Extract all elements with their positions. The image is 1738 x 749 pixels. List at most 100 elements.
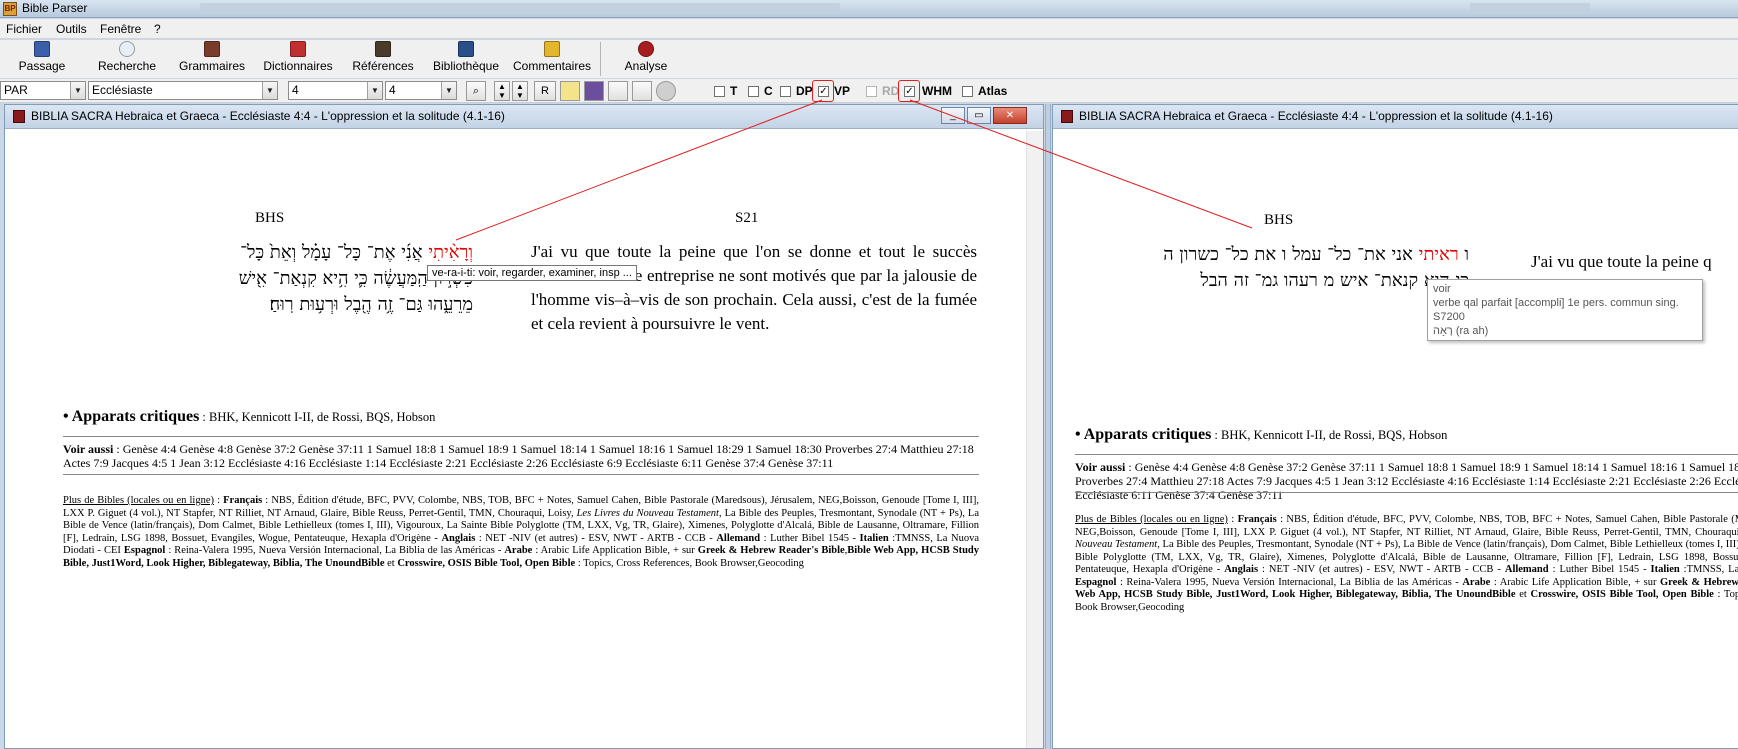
nav-prev-next-icon[interactable]: ▲ ▼ [494,81,510,101]
disc-icon[interactable] [656,81,676,101]
tooltip-gloss: voir [1433,283,1451,295]
search-icon[interactable]: ⌕ [466,81,486,101]
chevron-down-icon[interactable]: ▼ [441,82,456,99]
voir-aussi-refs[interactable]: : Genèse 4:4 Genèse 4:8 Genèse 37:2 Genè… [63,442,974,470]
voir-aussi-label: Voir aussi [63,442,114,456]
checkbox-atlas-label: Atlas [978,84,1008,98]
menu-help[interactable]: ? [154,22,161,36]
chapter-select[interactable]: 4 ▼ [288,81,383,100]
greek-hebrew-link[interactable]: Greek & Hebrew Reader's Bible [1660,577,1738,588]
menu-fichier[interactable]: Fichier [6,22,42,36]
bible-grid-icon[interactable] [560,81,580,101]
livres-nt-link[interactable]: Les Livres du Nouveau Testament [577,508,719,519]
greek-hebrew-link[interactable]: Greek & Hebrew Reader's Bible [698,545,845,556]
espagnol-list[interactable]: : Reina-Valera 1995, Nueva Versión Inter… [165,545,504,556]
french-s21-text: J'ai vu que toute la peine que l'on se d… [531,242,977,333]
italien-label: Italien [859,532,889,544]
hebrew-line-2[interactable]: כִּשְׁר֣וֹן הַֽמַּעֲשֶׂ֔ה כִּ֛י הִ֥יא קִ… [113,266,473,292]
chevron-down-icon[interactable]: ▼ [367,82,382,99]
anglais-list[interactable]: : NET -NIV (et autres) - ESV, NWT - ARTB… [1258,564,1505,575]
hebrew-line-3[interactable]: מֵרֵעֵ֑הוּ גַּם־ זֶ֥ה הֶ֖בֶל וּרְע֥וּת ר… [113,292,473,318]
version-value: PAR [4,83,28,97]
menu-fenetre[interactable]: Fenêtre [100,22,141,36]
voir-aussi-label: Voir aussi [1075,460,1126,474]
book-select[interactable]: Ecclésiaste ▼ [88,81,278,100]
close-button[interactable]: ✕ [993,107,1027,124]
menu-outils[interactable]: Outils [56,22,87,36]
checkbox-t[interactable] [714,86,725,97]
hebrew-line-2[interactable]: כי היא קנאת־ איש מ רעהו גמ־ זה הבל [1079,268,1469,294]
left-window-title: BIBLIA SACRA Hebraica et Graeca - Ecclés… [31,109,505,123]
italien-list[interactable]: :TMNSS, La Nuova Diodati - CEI [1680,564,1738,575]
checkbox-atlas[interactable] [962,86,973,97]
crosswire-links[interactable]: Crosswire, OSIS Bible Tool, Open Bible [1531,589,1714,600]
commentary-icon [544,41,560,57]
chevron-down-icon[interactable]: ▼ [70,82,85,99]
checkbox-rd [866,86,877,97]
hebrew-line-3[interactable]: רוח [1079,294,1469,320]
arabe-list[interactable]: : Arabic Life Application Bible, + sur [1490,577,1660,588]
voir-aussi: Voir aussi : Genèse 4:4 Genèse 4:8 Genès… [1075,460,1738,502]
window-splitter[interactable] [1045,104,1051,749]
arabe-list[interactable]: : Arabic Life Application Bible, + sur [532,545,697,556]
book-icon [34,41,50,57]
dictionnaires-button[interactable]: Dictionnaires [260,40,336,78]
hebrew-line-1-rest[interactable]: אֲנִ֜י אֶת־ כָּל־ עָמָ֗ל וְאֵת֙ כָּל־ [240,242,423,263]
checkbox-dp[interactable] [780,86,791,97]
tools-icon[interactable] [632,81,652,101]
analyse-button[interactable]: Analyse [620,40,672,78]
arabe-label: Arabe [504,545,533,556]
francais-label: Français [223,495,263,506]
r-button[interactable]: R [534,81,556,101]
bibliotheque-button[interactable]: Bibliothèque [428,40,504,78]
anglais-list[interactable]: : NET -NIV (et autres) - ESV, NWT - ARTB… [475,533,716,544]
maximize-button[interactable]: ▭ [967,107,991,124]
dictionnaires-button-label: Dictionnaires [263,59,333,73]
books-stack-icon[interactable] [584,81,604,101]
anglais-label: Anglais [1224,564,1259,575]
passage-button[interactable]: Passage [12,40,72,78]
passage-selector-row: PAR ▼ Ecclésiaste ▼ 4 ▼ 4 ▼ ⌕ ▲ ▼ ▲ ▼ R T … [0,79,1738,103]
analyse-button-label: Analyse [624,59,668,73]
verse-select[interactable]: 4 ▼ [385,81,457,100]
voir-aussi-refs[interactable]: : Genèse 4:4 Genèse 4:8 Genèse 37:2 Genè… [1075,460,1738,502]
hebrew-selected-word[interactable]: ראיתי [1419,244,1459,265]
version-select[interactable]: PAR ▼ [0,81,86,100]
divider [1075,492,1738,493]
hebrew-conjunction[interactable]: ו [1464,244,1469,265]
left-vertical-scrollbar[interactable] [1026,131,1043,748]
verse-value: 4 [389,83,396,97]
bhs-column-header: BHS [1264,212,1294,228]
commentaires-button-label: Commentaires [512,59,592,73]
plus-de-bibles-link[interactable]: Plus de Bibles (locales ou en ligne) [1075,514,1228,525]
chevron-down-icon[interactable]: ▼ [262,82,277,99]
italien-label: Italien [1650,564,1680,575]
hebrew-selected-word[interactable]: וְרָאִ֨יתִי [428,242,473,263]
passage-button-label: Passage [18,59,66,73]
crosswire-links[interactable]: Crosswire, OSIS Bible Tool, Open Bible [397,558,575,569]
unpointed-hebrew-text: ו ראיתי אני את־ כל־ עמל ו את כל־ כשרון ה… [1079,242,1469,320]
hierarchy-icon[interactable] [608,81,628,101]
espagnol-list[interactable]: : Reina-Valera 1995, Nueva Versión Inter… [1116,577,1462,588]
minimize-button[interactable]: _ [941,107,965,124]
checkbox-c[interactable] [748,86,759,97]
nav-up-down-icon[interactable]: ▲ ▼ [512,81,528,101]
plus-de-bibles-link[interactable]: Plus de Bibles (locales ou en ligne) [63,495,214,506]
left-window-titlebar: BIBLIA SACRA Hebraica et Graeca - Ecclés… [5,105,1043,129]
references-button[interactable]: Références [350,40,416,78]
checkbox-c-label: C [764,84,773,98]
hebrew-line-1-rest[interactable]: אני את־ כל־ עמל ו את כל־ כשרון ה [1163,244,1413,265]
anglais-label: Anglais [441,532,476,544]
plus-de-bibles: Plus de Bibles (locales ou en ligne) : F… [1075,514,1738,614]
commentaires-button[interactable]: Commentaires [510,40,594,78]
app-title: Bible Parser [22,1,88,15]
magnifier-icon [119,41,135,57]
recherche-button[interactable]: Recherche [92,40,162,78]
allemand-list[interactable]: : Luther Bibel 1545 - [1549,564,1651,575]
divider [1075,454,1738,455]
tail-links[interactable]: : Topics, Cross References, Book Browser… [575,558,804,569]
grammaires-button[interactable]: Grammaires [176,40,248,78]
titlebar-decoration [1470,3,1590,14]
espagnol-label: Espagnol [123,545,166,556]
allemand-list[interactable]: : Luther Bibel 1545 - [760,533,859,544]
